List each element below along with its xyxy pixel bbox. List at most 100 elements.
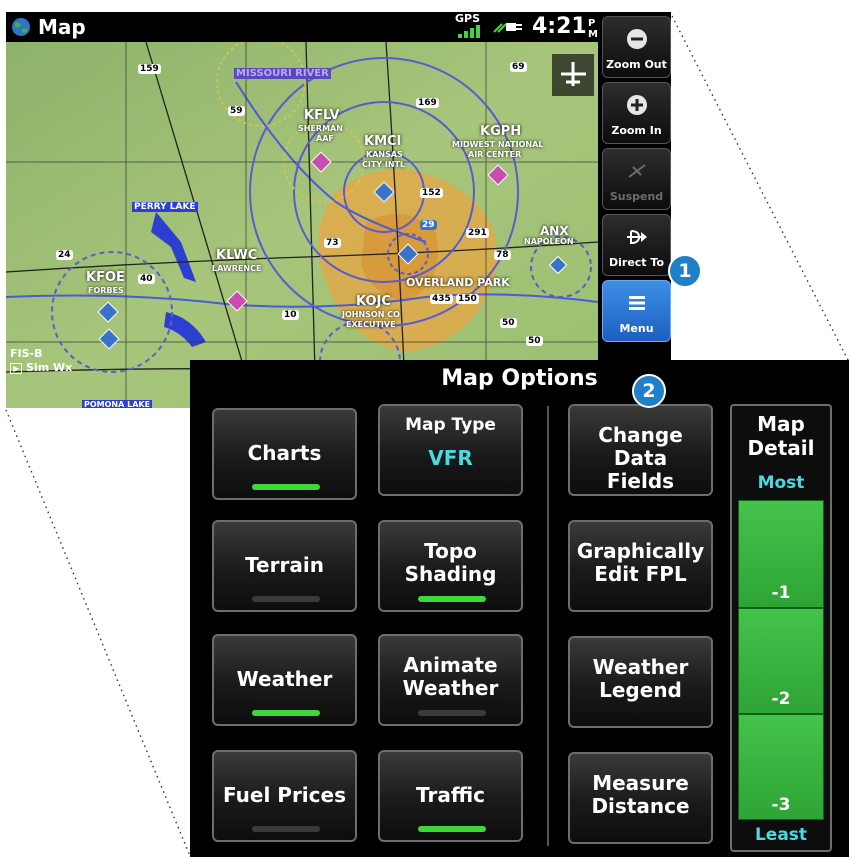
suspend-label: Suspend <box>609 190 664 203</box>
panel-title: Map Options <box>441 366 598 391</box>
fis-b-label: FIS-B <box>10 347 43 360</box>
direct-to-button[interactable]: Direct To <box>602 214 671 276</box>
map-label-anx: ANX <box>540 224 569 238</box>
topo-shading-indicator <box>418 596 486 602</box>
map-label-missouri-river: MISSOURI RIVER <box>234 68 331 79</box>
traffic-label: Traffic <box>416 783 485 807</box>
sim-wx-indicator: ▶ Sim Wx <box>10 361 72 374</box>
clock-am-pm: P M <box>588 18 598 40</box>
map-label-klwc: KLWC <box>216 248 258 263</box>
weather-legend-button[interactable]: Weather Legend <box>568 636 713 728</box>
suspend-button[interactable]: Suspend <box>602 148 671 210</box>
map-label-johnson-co: JOHNSON CO <box>342 310 400 319</box>
zoom-out-icon <box>627 29 647 49</box>
map-label-kansas: KANSAS <box>366 150 403 159</box>
map-label-napoleon: NAPOLEON <box>524 237 574 246</box>
road-shield: 159 <box>138 64 161 74</box>
direct-to-label: Direct To <box>609 256 664 269</box>
road-shield: 73 <box>324 238 341 248</box>
fuel-prices-button[interactable]: Fuel Prices <box>212 750 357 842</box>
map-detail-level[interactable]: -2 <box>738 608 824 714</box>
change-data-fields-button[interactable]: Change Data Fields <box>568 404 713 496</box>
map-label-kmci: KMCI <box>364 134 402 149</box>
map-label-kojc: KOJC <box>356 294 391 309</box>
traffic-indicator <box>418 826 486 832</box>
suspend-icon <box>628 164 646 178</box>
map-label-forbes: FORBES <box>88 286 124 295</box>
map-label-overland-park: OVERLAND PARK <box>406 276 510 289</box>
road-shield: 59 <box>228 106 245 116</box>
road-shield: 50 <box>526 336 543 346</box>
road-shield: 150 <box>456 294 479 304</box>
road-shield: 291 <box>466 228 489 238</box>
map-detail-level-label: -2 <box>771 689 791 709</box>
graphically-edit-fpl-button[interactable]: Graphically Edit FPL <box>568 520 713 612</box>
road-shield: 29 <box>420 220 437 230</box>
road-shield: 152 <box>420 188 443 198</box>
terrain-button[interactable]: Terrain <box>212 520 357 612</box>
zoom-in-button[interactable]: Zoom In <box>602 82 671 144</box>
play-icon: ▶ <box>10 363 23 374</box>
map-type-button[interactable]: Map Type VFR <box>378 404 523 496</box>
graphically-edit-fpl-label: Graphically Edit FPL <box>576 539 705 586</box>
map-label-sherman: SHERMAN <box>298 124 343 133</box>
charts-label: Charts <box>247 441 322 465</box>
map-label-lawrence: LAWRENCE <box>212 264 262 273</box>
map-screen: MISSOURI RIVER KFLV SHERMAN AAF KMCI KAN… <box>6 12 671 408</box>
animate-weather-indicator <box>418 710 486 716</box>
weather-button[interactable]: Weather <box>212 634 357 726</box>
zoom-in-label: Zoom In <box>611 124 662 137</box>
map-label-kgph: KGPH <box>480 124 522 139</box>
map-label-air-center: AIR CENTER <box>468 150 522 159</box>
topo-shading-button[interactable]: Topo Shading <box>378 520 523 612</box>
callout-1: 1 <box>668 254 702 288</box>
weather-legend-label: Weather Legend <box>592 655 689 702</box>
charts-button[interactable]: Charts <box>212 408 357 500</box>
map-label-midwest-national: MIDWEST NATIONAL <box>452 140 544 149</box>
terrain-indicator <box>252 596 320 602</box>
road-shield: 69 <box>510 62 527 72</box>
zoom-out-label: Zoom Out <box>606 58 667 71</box>
map-label-kflv: KFLV <box>304 108 340 123</box>
zoom-out-button[interactable]: Zoom Out <box>602 16 671 78</box>
animate-weather-button[interactable]: Animate Weather <box>378 634 523 726</box>
sim-wx-label: Sim Wx <box>26 361 73 374</box>
map-title-bar: Map GPS 4:21 P M <box>6 12 598 42</box>
topo-shading-label: Topo Shading <box>404 539 497 586</box>
globe-icon <box>12 18 30 36</box>
clock-suffix-text: P M <box>588 18 598 40</box>
map-detail-title-line2: Detail <box>747 436 815 460</box>
clock: 4:21 <box>532 14 587 39</box>
map-detail-least-label: Least <box>754 825 808 845</box>
map-detail-level[interactable]: -1 <box>738 500 824 608</box>
measure-distance-label: Measure Distance <box>591 771 690 818</box>
traffic-button[interactable]: Traffic <box>378 750 523 842</box>
road-shield: 24 <box>56 250 73 260</box>
weather-indicator <box>252 710 320 716</box>
map-label-city-intl: CITY INTL <box>362 160 406 169</box>
road-shield: 10 <box>282 310 299 320</box>
map-label-executive: EXECUTIVE <box>346 320 396 329</box>
menu-label: Menu <box>619 322 654 335</box>
menu-icon <box>629 296 645 310</box>
map-detail-title: Map Detail <box>730 412 832 460</box>
map-view[interactable]: MISSOURI RIVER KFLV SHERMAN AAF KMCI KAN… <box>6 37 599 408</box>
map-detail-level-label: -3 <box>771 795 791 815</box>
zoom-in-icon <box>627 95 647 115</box>
callout-2: 2 <box>632 374 666 408</box>
map-label-perry-lake: PERRY LAKE <box>132 202 198 212</box>
measure-distance-button[interactable]: Measure Distance <box>568 752 713 844</box>
change-data-fields-label: Change Data Fields <box>598 423 683 493</box>
map-detail-level[interactable]: -3 <box>738 714 824 820</box>
column-divider <box>547 406 549 846</box>
map-options-panel: Map Options Charts Terrain Weather Fuel … <box>190 360 849 857</box>
animate-weather-label: Animate Weather <box>402 653 499 700</box>
road-shield: 78 <box>494 250 511 260</box>
map-detail-level-label: -1 <box>771 583 791 603</box>
map-label-kfoe: KFOE <box>86 270 125 285</box>
menu-button[interactable]: Menu <box>602 280 671 342</box>
road-shield: 435 <box>430 294 453 304</box>
page-title: Map <box>38 15 86 39</box>
weather-label: Weather <box>236 667 333 691</box>
terrain-label: Terrain <box>245 553 324 577</box>
